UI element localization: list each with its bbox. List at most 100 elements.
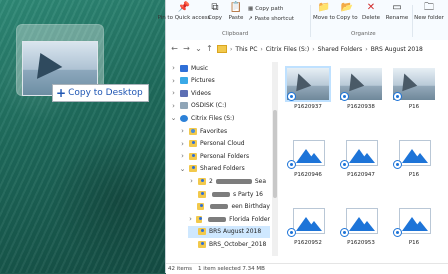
folder-icon: [198, 228, 206, 236]
file-tile[interactable]: P1620953: [338, 200, 384, 248]
breadcrumb-brs-august-2018[interactable]: BRS August 2018: [371, 46, 423, 53]
nav-item[interactable]: › Pictures: [170, 75, 270, 87]
folder-icon: [217, 45, 227, 53]
chevron-icon[interactable]: ›: [170, 77, 177, 85]
ribbon-toolbar: 📌 Pin to Quick access ⧉ Copy 📋 Paste ▦ C…: [157, 0, 448, 41]
folder-icon: [195, 215, 202, 223]
file-tile[interactable]: P16: [391, 64, 437, 112]
copy-path-icon: ▦: [248, 6, 254, 12]
new-folder-button[interactable]: 🗀 New folder: [414, 2, 444, 28]
breadcrumb-separator: ›: [312, 45, 315, 53]
paste-shortcut-button[interactable]: ↗ Paste shortcut: [248, 16, 294, 22]
file-name: P16: [408, 240, 420, 246]
paste-button[interactable]: 📋 Paste: [227, 2, 245, 28]
breadcrumb-citrix-files[interactable]: Citrix Files (S:): [266, 46, 309, 53]
nav-item-label: Videos: [191, 89, 211, 97]
nav-item[interactable]: BRS_October_2018: [188, 238, 270, 250]
nav-item-label: Personal Folders: [200, 152, 250, 160]
recent-chevron-down-icon[interactable]: ⌄: [194, 44, 203, 53]
nav-item[interactable]: › OSDISK (C:): [170, 100, 270, 112]
chevron-icon[interactable]: ›: [170, 64, 177, 72]
nav-item[interactable]: een Birthday: [188, 201, 270, 213]
cloud-sync-icon: [340, 228, 349, 237]
file-tile[interactable]: P1620938: [338, 64, 384, 112]
file-tile[interactable]: P1620947: [338, 132, 384, 180]
favorites-icon: [189, 127, 197, 135]
nav-item-label: Music: [191, 64, 209, 72]
nav-item[interactable]: › Personal Cloud: [179, 138, 270, 150]
chevron-icon[interactable]: ›: [188, 215, 193, 223]
nav-item[interactable]: BRS August 2018: [188, 225, 270, 238]
chevron-icon[interactable]: ›: [179, 140, 186, 148]
breadcrumb-separator: ›: [365, 45, 368, 53]
status-item-count: 42 items: [168, 266, 193, 272]
address-bar[interactable]: ← → ⌄ ↑ › This PC › Citrix Files (S:) › …: [166, 40, 448, 59]
videos-icon: [180, 89, 188, 97]
file-tile[interactable]: P16: [391, 132, 437, 180]
copy-path-button[interactable]: ▦ Copy path: [248, 6, 283, 12]
chevron-icon[interactable]: ›: [188, 177, 195, 185]
paste-shortcut-icon: ↗: [248, 16, 253, 22]
chevron-icon[interactable]: ⌄: [179, 165, 186, 173]
chevron-icon[interactable]: ›: [179, 127, 186, 135]
pin-to-quick-access-button[interactable]: 📌 Pin to Quick access: [157, 2, 210, 28]
folder-icon: [189, 152, 197, 160]
file-tile[interactable]: P1620946: [285, 132, 331, 180]
nav-item-label: Citrix Files (S:): [191, 114, 235, 122]
nav-item-label: BRS August 2018: [209, 228, 262, 236]
move-to-label: Move to: [312, 15, 336, 21]
nav-item[interactable]: ⌄ Shared Folders: [179, 163, 270, 175]
plus-icon: +: [56, 86, 67, 100]
redacted-text: [212, 191, 230, 197]
cloud-sync-icon: [287, 160, 296, 169]
image-file-icon: [346, 140, 378, 166]
up-arrow-icon[interactable]: ↑: [205, 44, 214, 53]
desktop-background: + Copy to Desktop: [0, 0, 165, 273]
nav-item[interactable]: ⌄ Citrix Files (S:): [170, 112, 270, 124]
folder-icon: [198, 190, 206, 198]
status-selection-size: 1 item selected 7.34 MB: [198, 266, 265, 272]
back-arrow-icon[interactable]: ←: [170, 44, 179, 53]
nav-item[interactable]: s Party 16: [188, 188, 270, 200]
nav-item[interactable]: › Music: [170, 62, 270, 74]
image-file-icon: [399, 208, 431, 234]
cloud-sync-icon: [393, 92, 402, 101]
nav-item[interactable]: › 2 Sea: [188, 175, 270, 187]
paste-label: Paste: [228, 15, 244, 21]
delete-button[interactable]: ✕ Delete: [359, 2, 383, 28]
delete-label: Delete: [361, 15, 381, 21]
nav-item[interactable]: › Florida Folder: [188, 213, 270, 225]
navigation-scrollbar-thumb[interactable]: [273, 110, 277, 198]
breadcrumb-shared-folders[interactable]: Shared Folders: [318, 46, 363, 53]
breadcrumb-this-pc[interactable]: This PC: [235, 46, 257, 53]
chevron-icon[interactable]: ›: [179, 152, 186, 160]
copy-label: Copy: [208, 15, 222, 21]
nav-item-label: 2: [209, 177, 213, 185]
file-tile[interactable]: P16: [391, 200, 437, 248]
nav-item[interactable]: › Videos: [170, 87, 270, 99]
file-tile[interactable]: P1620937: [285, 64, 331, 112]
copy-to-button[interactable]: 📂 Copy to: [336, 2, 358, 28]
forward-arrow-icon[interactable]: →: [182, 44, 191, 53]
folder-icon: [189, 140, 197, 148]
file-tile[interactable]: P1620952: [285, 200, 331, 248]
breadcrumb[interactable]: › This PC › Citrix Files (S:) › Shared F…: [217, 43, 447, 55]
file-name: P1620946: [294, 172, 322, 178]
chevron-icon[interactable]: ⌄: [170, 114, 177, 122]
paste-icon: 📋: [229, 2, 243, 13]
organize-group-label: Organize: [351, 31, 376, 37]
copy-button[interactable]: ⧉ Copy: [206, 2, 224, 28]
copy-to-desktop-tooltip: + Copy to Desktop: [52, 84, 149, 102]
chevron-icon[interactable]: ›: [170, 89, 177, 97]
nav-item-label-suffix: een Birthday: [231, 203, 270, 211]
rename-button[interactable]: ▭ Rename: [385, 2, 409, 28]
chevron-icon[interactable]: ›: [170, 102, 177, 110]
move-to-button[interactable]: 📁 Move to: [313, 2, 335, 28]
file-name: P1620953: [347, 240, 375, 246]
copy-to-desktop-label: Copy to Desktop: [68, 88, 143, 98]
folder-icon: [189, 165, 197, 173]
nav-item[interactable]: › Personal Folders: [179, 150, 270, 162]
folder-icon: [198, 240, 206, 248]
nav-item[interactable]: › Favorites: [179, 125, 270, 137]
rename-icon: ▭: [392, 2, 402, 13]
